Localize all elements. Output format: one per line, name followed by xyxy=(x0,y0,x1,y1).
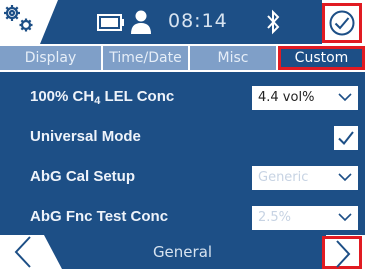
chevron-right-icon xyxy=(336,240,351,268)
tab-display[interactable]: Display xyxy=(0,46,101,70)
checkmark-icon xyxy=(338,131,354,146)
tab-custom[interactable]: Custom xyxy=(278,46,365,70)
next-page-button[interactable] xyxy=(322,236,362,269)
abg-fnc-test-conc-label: AbG Fnc Test Conc xyxy=(30,208,169,225)
tab-bar: Display Time/Date Misc Custom xyxy=(0,46,365,72)
setting-row-abg-fnc-test-conc: AbG Fnc Test Conc 2.5% xyxy=(0,196,365,236)
abg-cal-setup-label: AbG Cal Setup xyxy=(30,168,136,185)
page-title: General xyxy=(152,243,213,261)
setting-row-abg-cal-setup: AbG Cal Setup Generic xyxy=(0,156,365,196)
tab-time-date[interactable]: Time/Date xyxy=(103,46,188,70)
gears-icon[interactable] xyxy=(0,0,48,44)
clock: 08:14 xyxy=(168,10,228,32)
lel-conc-label: 100% CH4 LEL Conc xyxy=(30,88,175,107)
setting-row-universal-mode: Universal Mode xyxy=(0,116,365,156)
footer-bar: General xyxy=(0,235,365,269)
confirm-button[interactable] xyxy=(322,3,362,43)
settings-list: 100% CH4 LEL Conc 4.4 vol% Universal Mod… xyxy=(0,72,365,235)
universal-mode-label: Universal Mode xyxy=(30,128,141,145)
lel-conc-select[interactable]: 4.4 vol% xyxy=(252,86,358,110)
universal-mode-checkbox[interactable] xyxy=(334,126,358,150)
tab-misc[interactable]: Misc xyxy=(190,46,276,70)
chevron-down-icon xyxy=(338,173,352,182)
abg-fnc-test-conc-value: 2.5% xyxy=(258,210,292,225)
chevron-down-icon xyxy=(338,213,352,222)
abg-fnc-test-conc-select[interactable]: 2.5% xyxy=(252,206,358,230)
abg-cal-setup-select[interactable]: Generic xyxy=(252,166,358,190)
status-bar: 08:14 xyxy=(0,0,365,44)
settings-screen: 08:14 Display Time/Date Misc Custom 100%… xyxy=(0,0,365,269)
setting-row-lel-conc: 100% CH4 LEL Conc 4.4 vol% xyxy=(0,76,365,116)
abg-cal-setup-value: Generic xyxy=(258,170,309,185)
lel-conc-value: 4.4 vol% xyxy=(258,90,315,105)
checkmark-circle-icon xyxy=(329,10,355,36)
battery-icon xyxy=(97,14,124,31)
bluetooth-icon xyxy=(267,9,280,35)
chevron-down-icon xyxy=(338,93,352,102)
user-icon xyxy=(131,10,151,34)
